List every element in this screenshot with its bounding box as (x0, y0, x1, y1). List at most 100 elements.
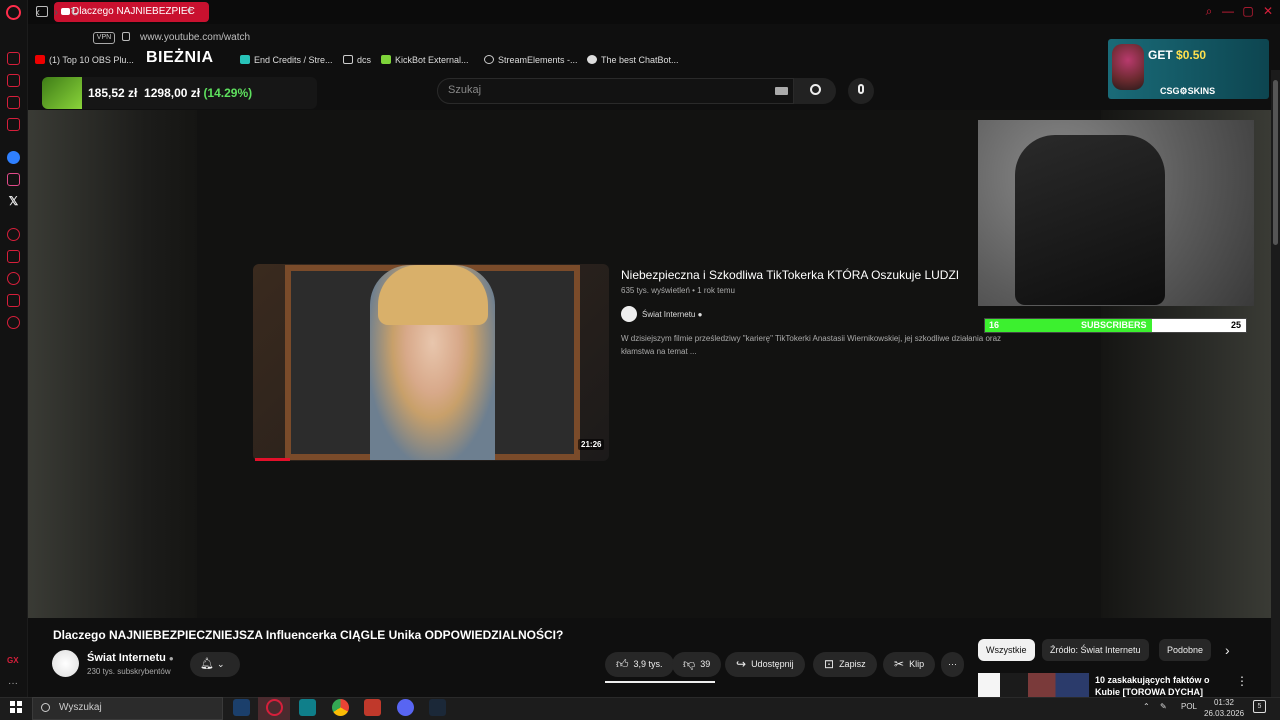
share-button[interactable]: ↪ Udostępnij (725, 652, 805, 677)
scrollbar-thumb[interactable] (1273, 80, 1278, 245)
search-input[interactable] (437, 78, 794, 104)
gx-corner-icon[interactable] (7, 118, 20, 131)
steam-icon[interactable] (233, 699, 250, 716)
endcard-channel-name[interactable]: Świat Internetu ● (642, 310, 702, 319)
wallet-icon[interactable] (7, 250, 20, 263)
twitch-icon[interactable] (7, 96, 20, 109)
clock-time: 01:32 (1213, 698, 1235, 707)
url-field[interactable]: www.youtube.com/watch (140, 32, 250, 43)
bookmark-icon (240, 55, 250, 64)
more-actions-button[interactable]: ··· (941, 652, 964, 677)
more-dots-icon[interactable]: ··· (8, 678, 18, 689)
csg-ad-headline: GET $0.50 (1148, 48, 1207, 62)
stock-logo-icon (42, 77, 82, 109)
player-background-left (28, 110, 197, 618)
folder-icon (343, 55, 353, 64)
voicemeeter-icon[interactable] (364, 699, 381, 716)
maximize-icon[interactable]: ▢ (1242, 5, 1254, 17)
speed-dial-icon[interactable] (7, 52, 20, 65)
bell-icon: 🔔︎ (200, 658, 214, 670)
chevron-right-icon[interactable]: › (1225, 642, 1230, 658)
chrome-icon[interactable] (332, 699, 349, 716)
new-tab-icon[interactable]: + (186, 2, 194, 17)
x-twitter-icon[interactable]: 𝕏 (7, 195, 20, 208)
extensions-icon[interactable] (7, 294, 20, 307)
search-placeholder: Szukaj (448, 84, 482, 96)
tab-bar (28, 0, 1280, 24)
channel-subscribers: 230 tys. subskrybentów (87, 667, 171, 676)
settings-gear-icon[interactable] (7, 316, 20, 329)
keyboard-icon[interactable] (775, 87, 788, 95)
close-icon[interactable]: ✕ (1262, 5, 1274, 17)
chip-all[interactable]: Wszystkie (978, 639, 1035, 661)
video-title: Dlaczego NAJNIEBEZPIECZNIEJSZA Influence… (53, 628, 564, 642)
language-indicator[interactable]: POL (1181, 702, 1197, 711)
bookmark-item[interactable]: The best ChatBot... (587, 53, 679, 67)
kickbot-icon (381, 55, 391, 64)
save-button[interactable]: ⊡ Zapisz (813, 652, 877, 677)
bookmark-item[interactable]: (1) Top 10 OBS Plu... (35, 53, 134, 67)
back-icon[interactable]: ‹ (36, 5, 40, 19)
lock-icon[interactable] (122, 32, 130, 41)
endcard-video-title[interactable]: Niebezpieczna i Szkodliwa TikTokerka KTÓ… (621, 268, 959, 282)
chip-similar[interactable]: Podobne (1159, 639, 1212, 661)
youtube-icon (35, 55, 45, 64)
bookmark-item[interactable]: KickBot External... (381, 53, 469, 67)
reload-icon[interactable]: ↻ (70, 5, 80, 19)
forward-icon[interactable]: › (54, 5, 58, 19)
clock-icon[interactable] (7, 272, 20, 285)
instagram-icon[interactable] (7, 173, 20, 186)
minimize-icon[interactable]: — (1222, 5, 1234, 17)
opera-logo-icon[interactable] (6, 5, 21, 20)
bookmark-icon: ⊡ (824, 657, 835, 671)
pen-icon[interactable]: ✎ (1160, 702, 1167, 711)
channel-avatar[interactable] (52, 650, 79, 677)
like-ratio-underline (605, 681, 715, 683)
subs-current: 16 (989, 320, 1000, 330)
chip-source[interactable]: Źródło: Świat Internetu (1042, 639, 1149, 661)
obs-icon[interactable] (397, 699, 414, 716)
messenger-icon[interactable] (7, 151, 20, 164)
recommendation-title[interactable]: 10 zaskakujących faktów o Kubie [TOROWA … (1095, 674, 1215, 697)
notifications-icon[interactable]: 5 (1253, 700, 1266, 713)
csg-brand-text: CSG⚙SKINS (1160, 86, 1216, 96)
notification-bell-button[interactable]: 🔔︎ ⌄ (190, 652, 240, 677)
youtube-favicon-icon (61, 8, 70, 15)
steam-icon-2[interactable] (429, 699, 446, 716)
endcard-channel-avatar[interactable] (621, 306, 637, 322)
vpn-badge[interactable]: VPN (93, 32, 115, 44)
video-duration-badge: 21:26 (578, 439, 605, 450)
thumbs-up-icon: 👍︎ (616, 657, 629, 671)
history-icon[interactable] (7, 228, 20, 241)
clock-date: 26.03.2026 (1204, 709, 1245, 718)
bookmark-item[interactable]: StreamElements -... (484, 53, 578, 67)
chatbot-icon (587, 55, 597, 64)
scissors-icon: ✂ (894, 657, 905, 671)
microphone-icon (858, 84, 864, 94)
windows-start-icon[interactable] (10, 701, 22, 713)
taskbar-search-placeholder: Wyszukaj (59, 702, 102, 713)
tab-title: Dlaczego NAJNIEBEZPIEC (72, 6, 195, 17)
clip-button[interactable]: ✂ Klip (883, 652, 936, 677)
watched-progress-bar (255, 458, 290, 461)
gx-control-icon[interactable]: GX (7, 656, 19, 665)
search-tabs-icon[interactable]: ⌕ (1203, 5, 1215, 17)
player-icon[interactable] (7, 74, 20, 87)
verified-icon: ● (697, 310, 703, 319)
taskbar-clock[interactable]: 01:32 26.03.2026 (1204, 697, 1244, 719)
endcard-video-description: W dzisiejszym filmie prześledziwy "karie… (621, 334, 1002, 356)
tray-chevron-icon[interactable]: ⌃ (1143, 702, 1150, 711)
recommendation-thumbnail[interactable] (978, 673, 1089, 697)
bookmark-folder[interactable]: dcs (343, 53, 371, 67)
subs-goal: 25 (1231, 320, 1242, 330)
gaming-chair-image (1015, 135, 1165, 305)
more-vert-icon[interactable]: ⋮ (1236, 674, 1248, 688)
dislike-button[interactable]: 👎︎ 39 (672, 652, 722, 677)
bookmark-item[interactable]: End Credits / Stre... (240, 53, 333, 67)
app-icon[interactable] (299, 699, 316, 716)
opera-gx-icon[interactable] (266, 699, 283, 716)
like-button[interactable]: 👍︎ 3,9 tys. (605, 652, 674, 677)
channel-name[interactable]: Świat Internetu ● (87, 652, 174, 664)
overlay-bieznia-label: BIEŻNIA (146, 49, 214, 66)
chevron-down-icon: ⌄ (217, 659, 225, 669)
